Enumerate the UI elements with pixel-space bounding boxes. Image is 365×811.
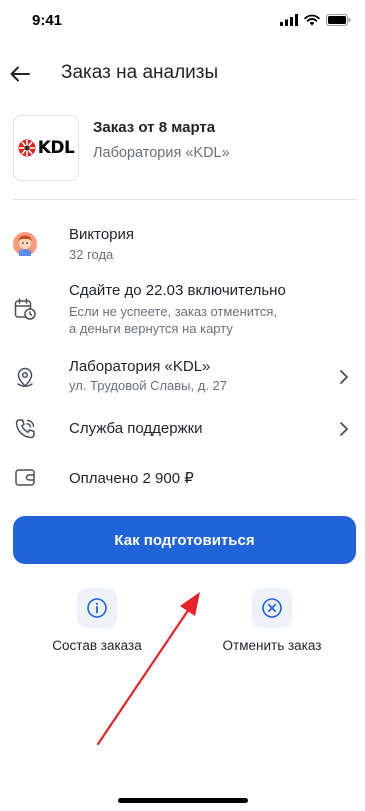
annotation-arrow — [96, 592, 200, 746]
home-indicator — [118, 798, 248, 803]
